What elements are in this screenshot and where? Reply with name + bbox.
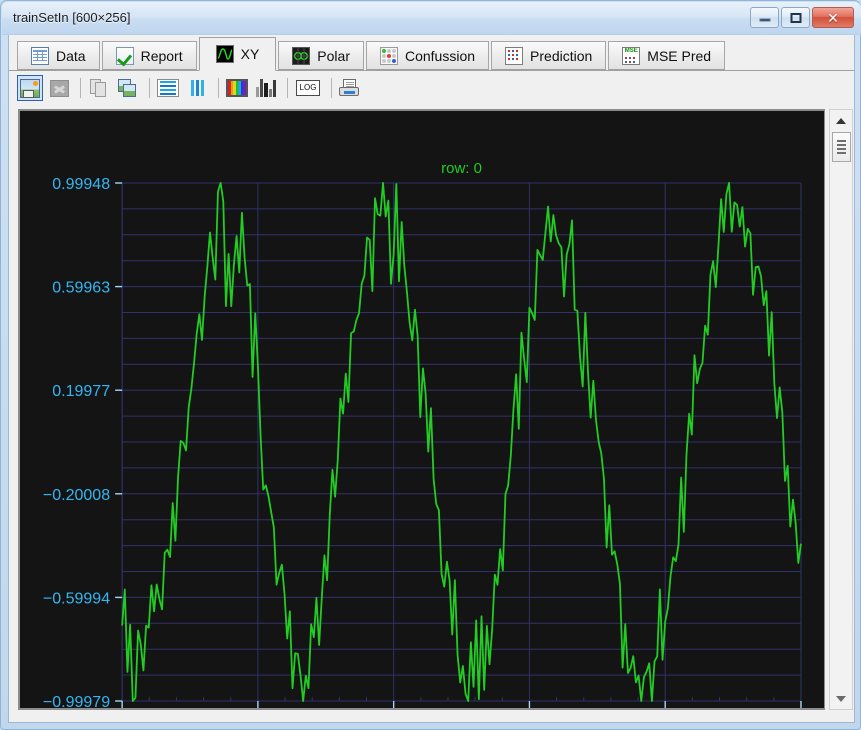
maximize-icon — [790, 12, 801, 23]
table-grid-icon — [31, 46, 49, 65]
scroll-down-button[interactable] — [830, 690, 852, 707]
tab-xy[interactable]: XY — [198, 37, 277, 71]
checkmark-icon — [115, 46, 134, 65]
plot-vertical-scrollbar[interactable] — [829, 109, 853, 710]
color-bars-button[interactable] — [224, 75, 250, 101]
xy-plot-svg: 0.99948 0.59963 0.19977 −0.20008 −0.59994 −0.… — [20, 111, 824, 708]
maximize-button[interactable] — [781, 7, 810, 28]
client-area: Data Report XY Polar Confussion Predicti… — [8, 35, 855, 723]
gray-bars-icon — [256, 79, 277, 97]
xy-waveform-icon — [215, 45, 234, 63]
log-icon: LOG — [296, 80, 320, 96]
svg-text:0.59963: 0.59963 — [52, 280, 110, 297]
tab-polar[interactable]: Polar — [278, 41, 364, 70]
title-bar: trainSetIn [600×256] ✕ — [2, 2, 861, 35]
gray-bars-button[interactable] — [253, 75, 279, 101]
svg-text:−0.99979: −0.99979 — [43, 694, 110, 708]
svg-text:0.99948: 0.99948 — [52, 176, 110, 193]
horizontal-lines-icon — [157, 79, 179, 97]
toolbar-separator — [218, 78, 219, 98]
copy-button[interactable] — [86, 75, 112, 101]
polar-plot-icon — [292, 46, 311, 65]
close-button[interactable]: ✕ — [812, 7, 854, 28]
window-title: trainSetIn [600×256] — [13, 10, 131, 25]
color-bars-icon — [226, 79, 248, 97]
svg-text:0.19977: 0.19977 — [52, 383, 110, 400]
xy-plot-panel[interactable]: 0.99948 0.59963 0.19977 −0.20008 −0.59994 −0.… — [18, 109, 825, 710]
mse-icon-text: MSE — [624, 47, 638, 54]
tab-mse-pred[interactable]: MSE MSE Pred — [608, 41, 726, 70]
toolbar-separator — [80, 78, 81, 98]
tab-polar-label: Polar — [317, 47, 350, 64]
toolbar: LOG — [9, 71, 854, 105]
printer-icon — [339, 78, 361, 98]
tab-confussion-label: Confussion — [404, 47, 476, 64]
excel-export-icon — [49, 79, 69, 97]
image-save-icon — [20, 78, 40, 98]
minimize-icon — [759, 18, 770, 22]
window-controls: ✕ — [750, 7, 854, 28]
close-icon: ✕ — [827, 9, 839, 26]
tab-xy-label: XY — [240, 46, 260, 62]
tab-prediction[interactable]: Prediction — [491, 41, 607, 70]
mse-grid-icon: MSE — [622, 46, 641, 65]
toolbar-separator — [287, 78, 288, 98]
prediction-grid-icon — [505, 46, 524, 65]
tab-strip: Data Report XY Polar Confussion Predicti… — [9, 35, 854, 71]
tab-data-label: Data — [56, 47, 86, 64]
horizontal-lines-button[interactable] — [155, 75, 181, 101]
print-button[interactable] — [337, 75, 363, 101]
copy-icon — [90, 78, 108, 98]
tab-data[interactable]: Data — [17, 41, 100, 70]
vertical-lines-icon — [188, 79, 206, 97]
tab-confussion[interactable]: Confussion — [365, 41, 490, 70]
vertical-lines-button[interactable] — [184, 75, 210, 101]
app-window: trainSetIn [600×256] ✕ Data Report XY Po… — [0, 0, 861, 730]
minimize-button[interactable] — [750, 7, 779, 28]
log-scale-button[interactable]: LOG — [293, 75, 323, 101]
copy-image-button[interactable] — [115, 75, 141, 101]
scroll-up-button[interactable] — [830, 112, 852, 129]
tab-prediction-label: Prediction — [530, 47, 593, 64]
confusion-matrix-icon — [379, 46, 398, 65]
save-image-button[interactable] — [17, 75, 43, 101]
export-excel-button[interactable] — [46, 75, 72, 101]
tab-mse-pred-label: MSE Pred — [647, 47, 712, 64]
chevron-up-icon — [836, 117, 846, 124]
tab-report-label: Report — [140, 47, 183, 64]
svg-text:row: 0: row: 0 — [441, 160, 482, 177]
svg-text:−0.59994: −0.59994 — [43, 590, 110, 607]
copy-image-icon — [118, 78, 138, 98]
svg-text:−0.20008: −0.20008 — [43, 487, 110, 504]
scrollbar-thumb[interactable] — [832, 132, 851, 162]
chevron-down-icon — [836, 695, 846, 702]
toolbar-separator — [331, 78, 332, 98]
toolbar-separator — [149, 78, 150, 98]
tab-report[interactable]: Report — [101, 41, 197, 70]
